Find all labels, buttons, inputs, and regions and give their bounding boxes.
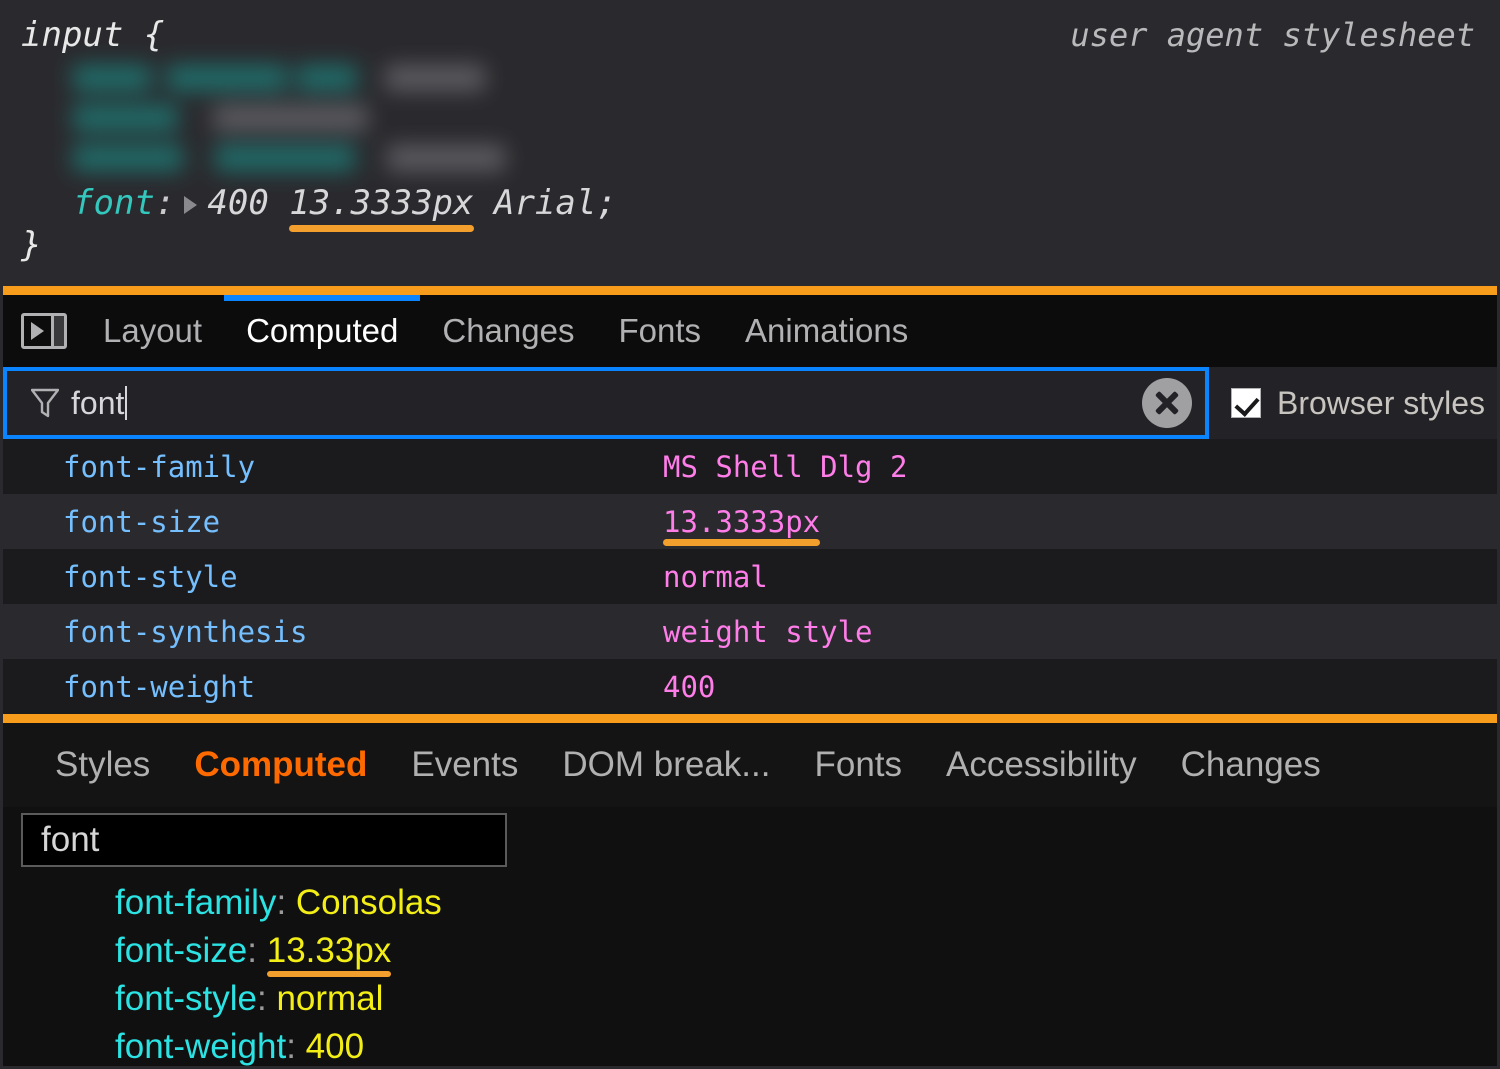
property-name: font-style	[63, 559, 238, 594]
css-selector: input {	[21, 15, 165, 55]
property-value: Consolas	[295, 883, 442, 922]
property-name: font-family	[115, 883, 277, 922]
property-separator: :	[286, 1027, 306, 1066]
expand-sidebar-triangle	[24, 316, 51, 346]
property-value: 400	[663, 669, 716, 704]
declaration-property-name: font	[73, 183, 155, 223]
declaration-value-prefix: 400	[207, 183, 290, 223]
property-value-highlight: 13.3333px	[663, 504, 821, 546]
devtools-filter-input[interactable]: font	[21, 813, 507, 867]
table-row[interactable]: font-weight 400	[3, 659, 1497, 714]
list-item[interactable]: font-style : normal	[115, 975, 1015, 1023]
clear-circle-x-icon	[1142, 378, 1192, 428]
property-separator: :	[276, 883, 296, 922]
declaration-colon: :	[154, 183, 176, 223]
tab-dom-breakpoints[interactable]: DOM break...	[540, 745, 792, 785]
tab-layout[interactable]: Layout	[81, 295, 224, 367]
search-input-value: font	[71, 384, 125, 421]
table-row[interactable]: font-synthesis weight style	[3, 604, 1497, 659]
css-rules-panel: input { user agent stylesheet font : 400…	[3, 3, 1497, 286]
tab-fonts[interactable]: Fonts	[792, 745, 924, 785]
devtools-filter-value: font	[41, 820, 100, 859]
devtools-computed-panel: Styles Computed Events DOM break... Font…	[3, 723, 1497, 1066]
tab-changes[interactable]: Changes	[1159, 745, 1343, 785]
property-value: 400	[305, 1027, 365, 1066]
property-name: font-style	[115, 979, 257, 1018]
table-row[interactable]: font-family MS Shell Dlg 2	[3, 439, 1497, 494]
property-separator: :	[247, 931, 267, 970]
divider-orange-middle	[3, 714, 1497, 723]
browser-styles-checkbox[interactable]	[1231, 388, 1261, 418]
table-row[interactable]: font-style normal	[3, 549, 1497, 604]
property-value: 13.3333px	[663, 504, 821, 546]
text-caret	[125, 386, 128, 420]
rule-header: input { user agent stylesheet	[21, 9, 1481, 61]
tab-computed[interactable]: Computed	[224, 295, 421, 367]
declaration-value-suffix: Arial;	[473, 183, 617, 223]
property-name: font-weight	[63, 669, 256, 704]
property-separator: :	[257, 979, 277, 1018]
devtools-properties-list: font-family : Consolas font-size : 13.33…	[115, 879, 1015, 1066]
screenshot-root: input { user agent stylesheet font : 400…	[0, 0, 1500, 1069]
computed-properties-list: font-family MS Shell Dlg 2 font-size 13.…	[3, 439, 1497, 714]
funnel-icon	[31, 388, 59, 418]
filter-toolbar: font Browser styles	[3, 367, 1497, 439]
css-closing-brace: }	[21, 225, 42, 265]
tab-fonts[interactable]: Fonts	[596, 295, 723, 367]
font-declaration-line[interactable]: font : 400 13.3333px Arial;	[73, 183, 617, 232]
property-name: font-family	[63, 449, 256, 484]
browser-styles-label: Browser styles	[1277, 384, 1486, 421]
tab-computed[interactable]: Computed	[172, 745, 389, 785]
tab-animations[interactable]: Animations	[723, 295, 930, 367]
expand-sidebar-panel	[51, 316, 64, 346]
property-name: font-size	[63, 504, 221, 539]
property-value: normal	[663, 559, 768, 594]
list-item[interactable]: font-size : 13.33px	[115, 927, 1015, 977]
tab-accessibility[interactable]: Accessibility	[924, 745, 1159, 785]
expand-triangle-icon[interactable]	[184, 196, 198, 214]
list-item[interactable]: font-weight : 400	[115, 1023, 1015, 1066]
table-row[interactable]: font-size 13.3333px	[3, 494, 1497, 549]
property-name: font-synthesis	[63, 614, 308, 649]
property-value: MS Shell Dlg 2	[663, 449, 908, 484]
property-value: normal	[276, 979, 384, 1018]
property-name: font-weight	[115, 1027, 287, 1066]
firefox-tab-bar: Layout Computed Changes Fonts Animations	[3, 295, 1497, 367]
divider-orange-top	[3, 286, 1497, 295]
property-value-highlight: 13.33px	[266, 931, 392, 977]
tab-changes[interactable]: Changes	[420, 295, 596, 367]
list-item[interactable]: font-family : Consolas	[115, 879, 1015, 927]
blurred-declarations	[65, 61, 585, 179]
devtools-tab-bar: Styles Computed Events DOM break... Font…	[3, 723, 1497, 807]
search-input[interactable]: font	[3, 367, 1129, 439]
firefox-computed-panel: Layout Computed Changes Fonts Animations…	[3, 295, 1497, 714]
tab-events[interactable]: Events	[389, 745, 540, 785]
expand-sidebar-icon[interactable]	[21, 313, 67, 349]
property-name: font-size	[115, 931, 248, 970]
clear-search-button[interactable]	[1129, 367, 1209, 439]
property-value: 13.33px	[266, 931, 392, 977]
declaration-value-highlight: 13.3333px	[289, 183, 474, 232]
stylesheet-source-label[interactable]: user agent stylesheet	[1070, 16, 1481, 54]
tab-styles[interactable]: Styles	[33, 745, 172, 785]
property-value: weight style	[663, 614, 873, 649]
browser-styles-toggle[interactable]: Browser styles	[1209, 367, 1497, 439]
